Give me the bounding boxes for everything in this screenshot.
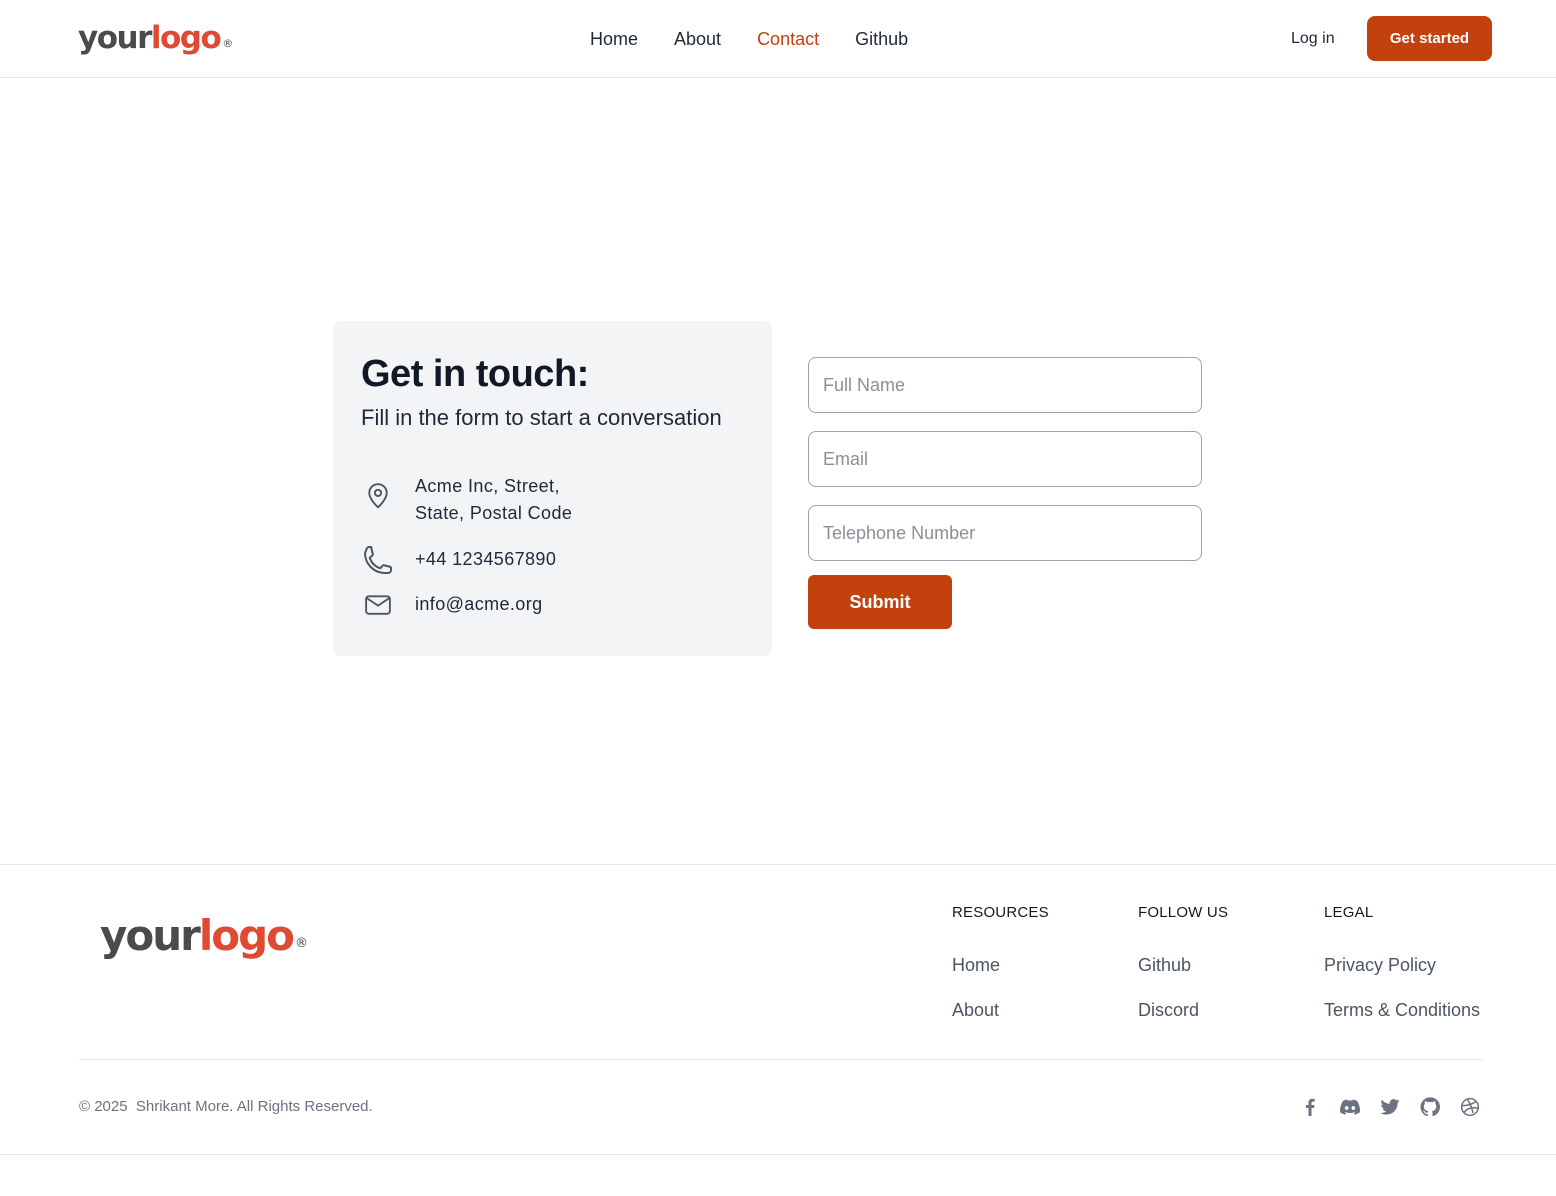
email-text: info@acme.org [415, 594, 543, 614]
email-row: info@acme.org [361, 588, 542, 622]
email-input[interactable] [808, 431, 1202, 487]
site-header: yourlogo ® Home About Contact Github Log … [0, 0, 1556, 78]
dribbble-icon[interactable] [1460, 1095, 1480, 1119]
phone-text: +44 1234567890 [415, 549, 557, 569]
twitter-icon[interactable] [1380, 1095, 1400, 1119]
footer-logo-word-your: your [100, 911, 201, 960]
get-started-button[interactable]: Get started [1367, 16, 1492, 61]
nav-contact-link[interactable]: Contact [757, 26, 819, 52]
footer-logo-word-logo: logo [198, 911, 295, 960]
address-text: Acme Inc, Street, State, Postal Code [415, 473, 572, 527]
page-bottom-divider [0, 1154, 1556, 1155]
address-row: Acme Inc, Street, State, Postal Code [361, 476, 572, 523]
phone-icon [361, 543, 395, 577]
logo-word-your: your [78, 20, 152, 56]
logo-word-logo: logo [150, 20, 222, 56]
nav-github-link[interactable]: Github [855, 26, 908, 52]
contact-info-card: Get in touch: Fill in the form to start … [333, 321, 772, 656]
footer-heading-resources: RESOURCES [952, 904, 1049, 921]
telephone-input[interactable] [808, 505, 1202, 561]
facebook-icon[interactable] [1300, 1095, 1320, 1119]
footer-logo[interactable]: yourlogo ® [100, 910, 308, 962]
header-logo[interactable]: yourlogo ® [78, 18, 233, 58]
login-link[interactable]: Log in [1291, 26, 1335, 52]
contact-subtitle: Fill in the form to start a conversation [361, 405, 722, 430]
footer-column-follow: FOLLOW US Github Discord [1138, 902, 1229, 1020]
footer-link-about[interactable]: About [952, 997, 999, 1023]
footer-heading-legal: LEGAL [1324, 904, 1374, 921]
social-links [1300, 1095, 1480, 1119]
submit-button[interactable]: Submit [808, 575, 952, 629]
footer-heading-follow: FOLLOW US [1138, 904, 1229, 921]
phone-row: +44 1234567890 [361, 543, 556, 577]
location-pin-icon [361, 479, 395, 513]
footer-top-divider [0, 864, 1556, 865]
footer-divider [79, 1059, 1483, 1060]
discord-icon[interactable] [1340, 1095, 1360, 1119]
copyright-text: © 2025 Shrikant More. All Rights Reserve… [79, 1098, 373, 1115]
nav-home-link[interactable]: Home [590, 26, 638, 52]
logo-registered-mark: ® [222, 37, 234, 50]
address-line-2: State, Postal Code [415, 503, 573, 523]
footer-link-home[interactable]: Home [952, 952, 1000, 978]
footer-logo-registered-mark: ® [295, 936, 309, 951]
footer-column-resources: RESOURCES Home About [952, 902, 1049, 1020]
footer-link-privacy[interactable]: Privacy Policy [1324, 952, 1436, 978]
footer-link-discord[interactable]: Discord [1138, 997, 1199, 1023]
github-icon[interactable] [1420, 1095, 1440, 1119]
main-nav: Home About Contact Github [590, 26, 908, 52]
footer-link-github[interactable]: Github [1138, 952, 1191, 978]
contact-title: Get in touch: [361, 353, 589, 395]
nav-about-link[interactable]: About [674, 26, 721, 52]
footer-link-terms[interactable]: Terms & Conditions [1324, 997, 1480, 1023]
footer-column-legal: LEGAL Privacy Policy Terms & Conditions [1324, 902, 1480, 1020]
mail-icon [361, 588, 395, 622]
address-line-1: Acme Inc, Street, [415, 476, 560, 496]
full-name-input[interactable] [808, 357, 1202, 413]
